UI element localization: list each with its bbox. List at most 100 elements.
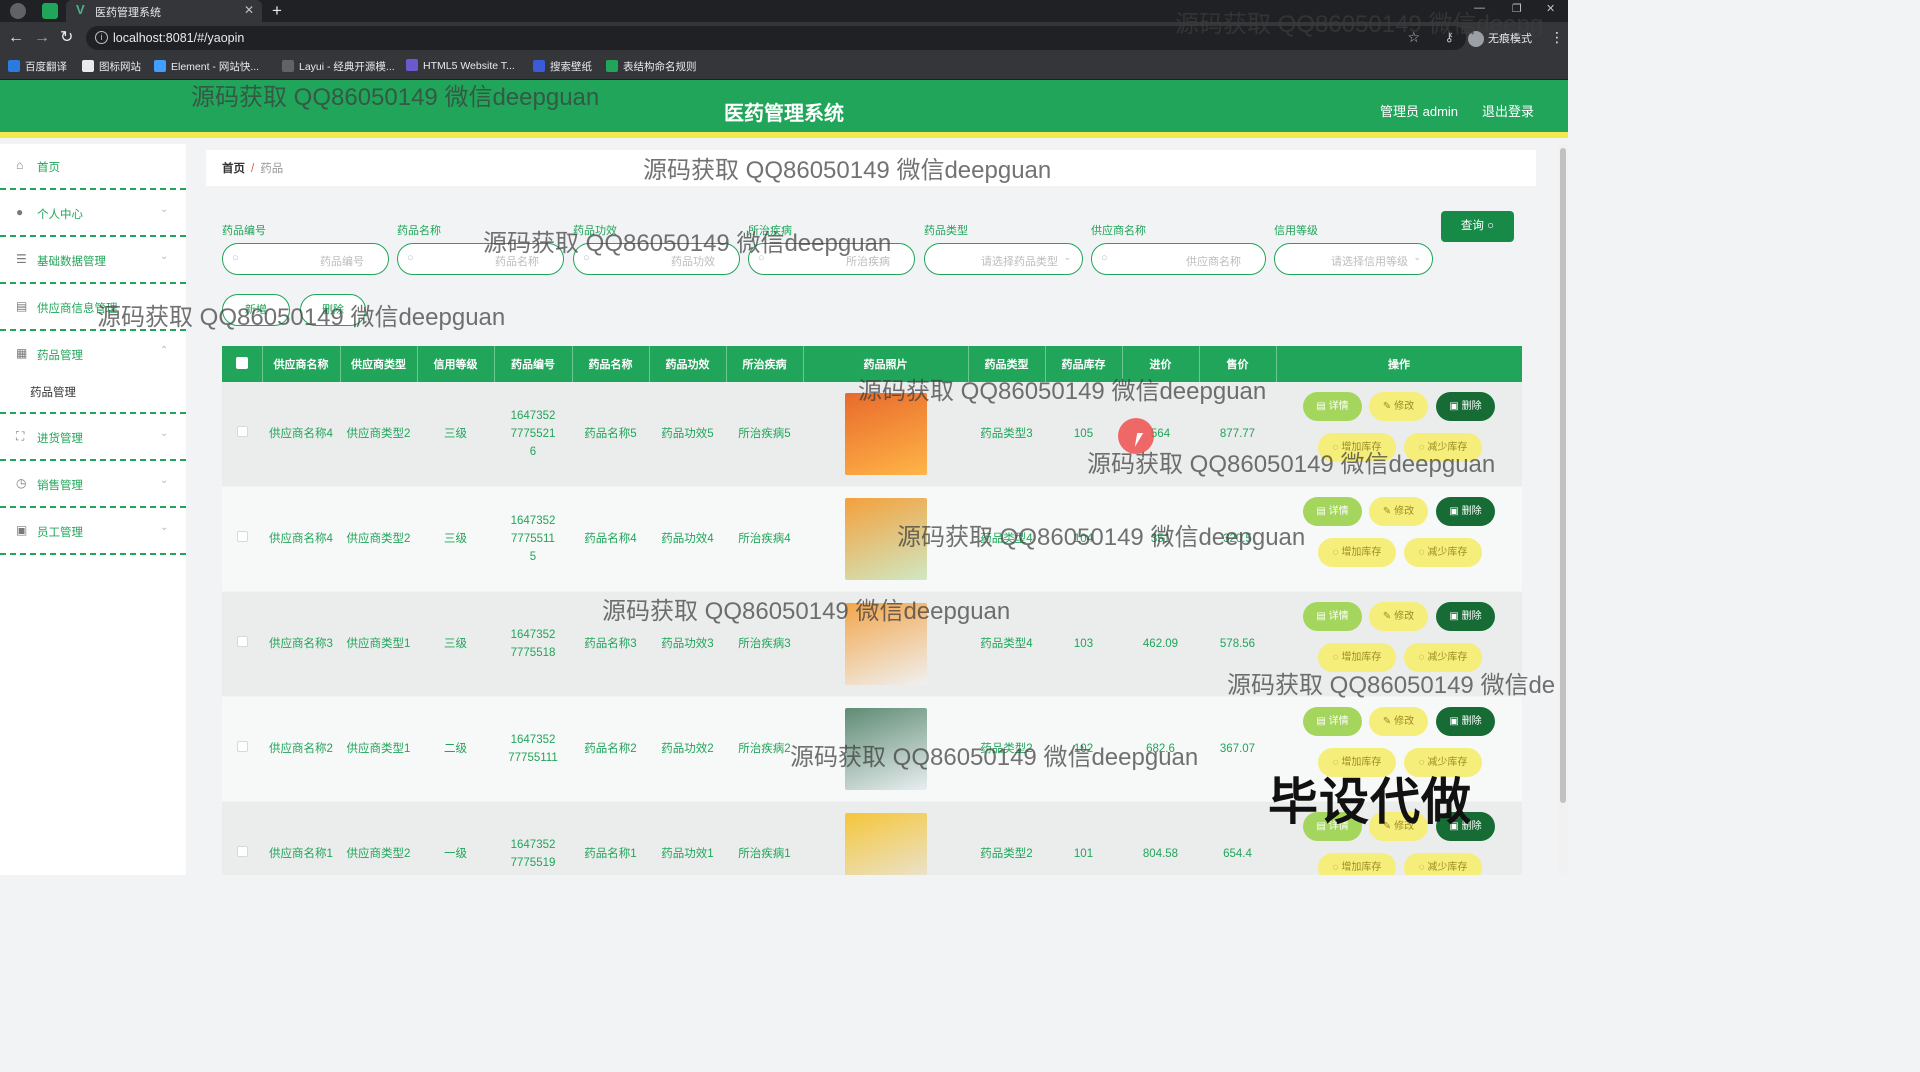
add-stock-button[interactable]: ◌ 增加库存 [1318, 433, 1396, 462]
password-key-icon[interactable]: ⚷ [1444, 29, 1454, 45]
bookmark-item[interactable]: 搜索壁纸 [533, 59, 592, 74]
cell-sale-price: 877.77 [1199, 382, 1276, 487]
scrollbar-thumb[interactable] [1560, 148, 1566, 803]
medicine-photo[interactable] [844, 708, 927, 790]
column-header: 操作 [1276, 346, 1522, 382]
sidebar-item-base-data[interactable]: ☰ 基础数据管理 ⌄ [0, 238, 186, 284]
breadcrumb-home[interactable]: 首页 [222, 163, 245, 175]
reduce-stock-button[interactable]: ◌ 减少库存 [1404, 538, 1482, 567]
tab-close-icon[interactable]: ✕ [244, 3, 254, 17]
medicine-photo[interactable] [844, 393, 927, 475]
add-stock-button[interactable]: ◌ 增加库存 [1318, 853, 1396, 875]
add-button[interactable]: 新增 [222, 294, 290, 326]
browser-tab-active[interactable]: V 医药管理系统 ✕ [66, 0, 262, 22]
delete-button[interactable]: ▣ 删除 [1436, 392, 1495, 421]
reduce-stock-button[interactable]: ◌ 减少库存 [1404, 433, 1482, 462]
detail-button[interactable]: ▤ 详情 [1303, 392, 1362, 421]
breadcrumb-card: 首页 / 药品 [206, 150, 1536, 186]
medicine-photo[interactable] [844, 813, 927, 875]
tab-group-icon[interactable] [42, 3, 58, 19]
checkbox[interactable] [236, 636, 248, 647]
medicine-type-select[interactable]: 请选择药品类型 ⌄ [924, 243, 1083, 275]
detail-button[interactable]: ▤ 详情 [1303, 497, 1362, 526]
bookmark-item[interactable]: 表结构命名规则 [606, 59, 697, 74]
site-info-icon[interactable]: i [95, 31, 108, 44]
bookmark-item[interactable]: HTML5 Website T... [406, 59, 515, 72]
medicine-effect-input[interactable]: ○ 药品功效 [573, 243, 740, 275]
reduce-stock-button[interactable]: ◌ 减少库存 [1404, 853, 1482, 875]
detail-button[interactable]: ▤ 详情 [1303, 602, 1362, 631]
delete-button[interactable]: ▣ 删除 [1436, 602, 1495, 631]
cell-type: 药品类型2 [968, 696, 1045, 802]
row-checkbox-cell[interactable] [222, 696, 262, 802]
row-checkbox-cell[interactable] [222, 382, 262, 487]
chevron-down-icon: ⌄ [160, 204, 169, 215]
bookmark-item[interactable]: Element - 网站快... [154, 59, 259, 74]
forward-icon[interactable]: → [34, 29, 50, 47]
url-text[interactable]: localhost:8081/#/yaopin [113, 31, 244, 45]
edit-button[interactable]: ✎ 修改 [1369, 392, 1428, 421]
delete-button[interactable]: ▣ 删除 [1436, 707, 1495, 736]
sidebar-item-sales[interactable]: ◷ 销售管理 ⌄ [0, 462, 186, 508]
restore-icon[interactable]: ❐ [1512, 2, 1522, 15]
page-scrollbar[interactable] [1558, 144, 1568, 875]
cell-sale-price: 367.07 [1199, 696, 1276, 802]
checkbox[interactable] [236, 426, 248, 437]
cell-code: 164735277755111 [494, 696, 572, 802]
incognito-indicator[interactable]: 无痕模式 [1468, 30, 1532, 48]
select-all-checkbox[interactable] [222, 346, 263, 382]
sidebar-subitem-medicine-manage[interactable]: 药品管理 [0, 368, 186, 414]
detail-label: 详情 [1328, 611, 1349, 622]
table-row: 供应商名称4 供应商类型2 三级 16473527775511 5 药品名称4 药品功效4… [222, 486, 1522, 592]
flag-icon [82, 60, 94, 72]
logout-link[interactable]: 退出登录 [1482, 101, 1534, 120]
batch-delete-button[interactable]: 删除 [300, 294, 366, 326]
detail-button[interactable]: ▤ 详情 [1303, 707, 1362, 736]
new-tab-icon[interactable]: + [272, 1, 282, 21]
add-stock-button[interactable]: ◌ 增加库存 [1318, 538, 1396, 567]
row-checkbox-cell[interactable] [222, 486, 262, 592]
back-icon[interactable]: ← [8, 29, 24, 47]
credit-level-select[interactable]: 请选择信用等级 ⌄ [1274, 243, 1433, 275]
bookmark-item[interactable]: Layui - 经典开源模... [282, 59, 395, 74]
sidebar-item-purchase[interactable]: ⛶ 进货管理 ⌄ [0, 415, 186, 461]
checkbox[interactable] [236, 741, 248, 752]
column-header: 供应商名称 [262, 346, 341, 382]
browser-tab-strip: V 医药管理系统 ✕ + — ❐ ✕ [0, 0, 1568, 22]
browser-menu-icon[interactable]: ⋮ [1550, 29, 1564, 46]
sidebar-item-staff[interactable]: ▣ 员工管理 ⌄ [0, 509, 186, 555]
sidebar-item-home[interactable]: ⌂ 首页 [0, 144, 186, 190]
reload-icon[interactable]: ↻ [60, 29, 73, 47]
add-stock-button[interactable]: ◌ 增加库存 [1318, 643, 1396, 672]
url-field[interactable]: i localhost:8081/#/yaopin ☆ ⚷ [86, 26, 1466, 50]
operations-group: ▤ 详情 ✎ 修改 ▣ 删除 ◌ 增加库存 ◌ 减少库存 [1276, 382, 1522, 486]
edit-button[interactable]: ✎ 修改 [1369, 707, 1428, 736]
medicine-code-input[interactable]: ○ 药品编号 [222, 243, 389, 275]
bookmark-item[interactable]: 百度翻译 [8, 59, 67, 74]
bookmark-item[interactable]: 图标网站 [82, 59, 141, 74]
close-window-icon[interactable]: ✕ [1546, 2, 1555, 15]
sidebar-item-profile[interactable]: ● 个人中心 ⌄ [0, 191, 186, 237]
delete-button[interactable]: ▣ 删除 [1436, 497, 1495, 526]
edit-button[interactable]: ✎ 修改 [1369, 602, 1428, 631]
query-button[interactable]: 查询 ○ [1441, 211, 1514, 242]
disease-input[interactable]: ○ 所治疾病 [748, 243, 915, 275]
medicine-photo[interactable] [844, 498, 927, 580]
minimize-icon[interactable]: — [1474, 2, 1485, 14]
breadcrumb-current: 药品 [260, 163, 284, 175]
medicine-name-input[interactable]: ○ 药品名称 [397, 243, 564, 275]
reduce-stock-button[interactable]: ◌ 减少库存 [1404, 643, 1482, 672]
checkbox[interactable] [235, 356, 248, 369]
supplier-name-input[interactable]: ○ 供应商名称 [1091, 243, 1266, 275]
row-checkbox-cell[interactable] [222, 801, 262, 875]
checkbox[interactable] [236, 531, 248, 542]
cell-disease: 所治疾病5 [726, 382, 803, 487]
row-checkbox-cell[interactable] [222, 591, 262, 697]
column-header: 药品功效 [649, 346, 727, 382]
checkbox[interactable] [236, 846, 248, 857]
medicine-photo[interactable] [844, 603, 927, 685]
cell-supplier-type: 供应商类型2 [340, 382, 417, 487]
edit-button[interactable]: ✎ 修改 [1369, 497, 1428, 526]
sidebar-item-supplier[interactable]: ▤ 供应商信息管理 [0, 285, 186, 331]
bookmark-star-icon[interactable]: ☆ [1407, 29, 1420, 46]
